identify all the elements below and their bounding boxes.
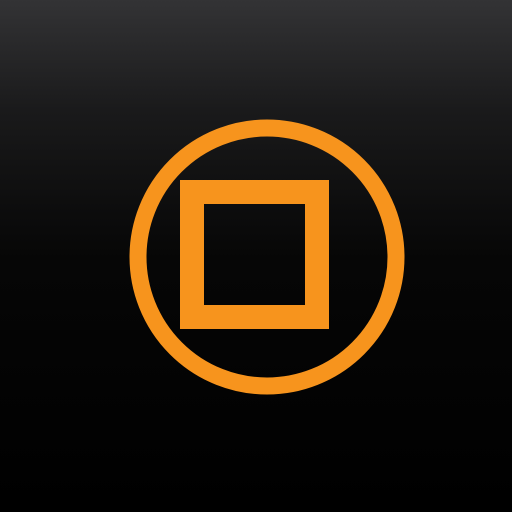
ring-outline <box>129 119 405 395</box>
stop-button-icon <box>129 119 405 395</box>
app-icon-tile[interactable] <box>0 0 512 512</box>
stop-square <box>180 180 329 329</box>
